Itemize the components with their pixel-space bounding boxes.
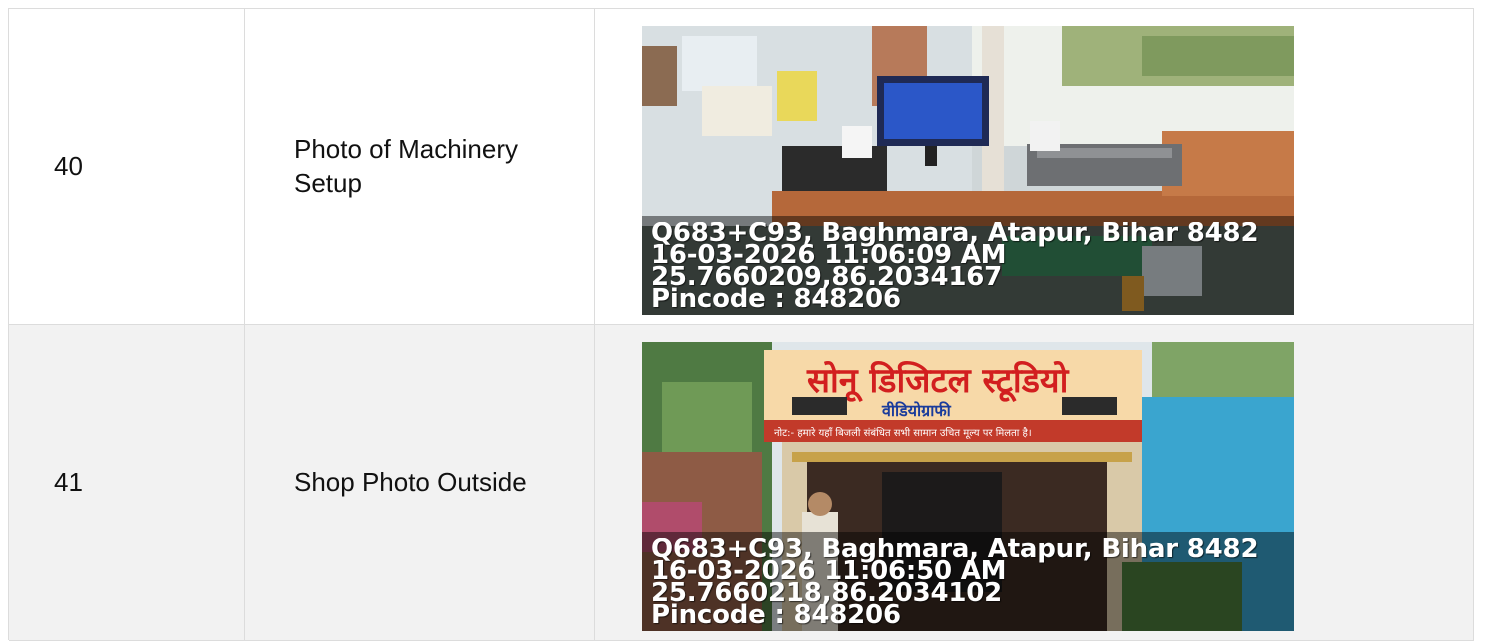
photo-cell: सोनू डिजिटल स्टूडियो वीडियोग्राफी नोट:- …: [595, 325, 1474, 641]
row-number-text: 41: [54, 466, 83, 497]
row-label: Photo of Machinery Setup: [245, 9, 595, 325]
row-number: 41: [9, 325, 245, 641]
row-label-text: Shop Photo Outside: [294, 466, 527, 497]
photo-cell: Q683+C93, Baghmara, Atapur, Bihar 8482 1…: [595, 9, 1474, 325]
photo-table: 40 Photo of Machinery Setup Q683+C93, Ba…: [8, 8, 1474, 641]
row-label: Shop Photo Outside: [245, 325, 595, 641]
row-number: 40: [9, 9, 245, 325]
row-number-text: 40: [54, 150, 83, 181]
table-row: 40 Photo of Machinery Setup Q683+C93, Ba…: [9, 9, 1474, 325]
machinery-photo[interactable]: Q683+C93, Baghmara, Atapur, Bihar 8482 1…: [642, 26, 1294, 315]
geotag-text: Q683+C93, Baghmara, Atapur, Bihar 8482 1…: [651, 538, 1294, 626]
table-row: 41 Shop Photo Outside सोनू डिजिटल स्टूडि…: [9, 325, 1474, 641]
row-label-text: Photo of Machinery Setup: [294, 133, 519, 198]
signboard-title: सोनू डिजिटल स्टूडियो: [806, 360, 1070, 403]
signboard-subtitle: वीडियोग्राफी: [881, 401, 952, 420]
signboard-notice: नोट:- हमारे यहाँ बिजली संबंधित सभी सामान…: [774, 427, 1032, 439]
shop-photo[interactable]: सोनू डिजिटल स्टूडियो वीडियोग्राफी नोट:- …: [642, 342, 1294, 631]
geotag-text: Q683+C93, Baghmara, Atapur, Bihar 8482 1…: [651, 222, 1294, 310]
